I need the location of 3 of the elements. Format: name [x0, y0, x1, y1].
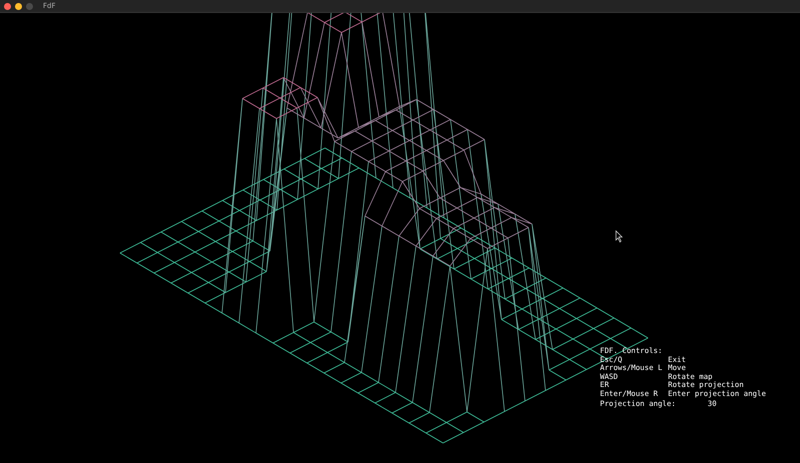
minimize-button[interactable]: [15, 2, 22, 10]
cursor-icon: [616, 230, 623, 243]
close-button[interactable]: [4, 2, 11, 10]
